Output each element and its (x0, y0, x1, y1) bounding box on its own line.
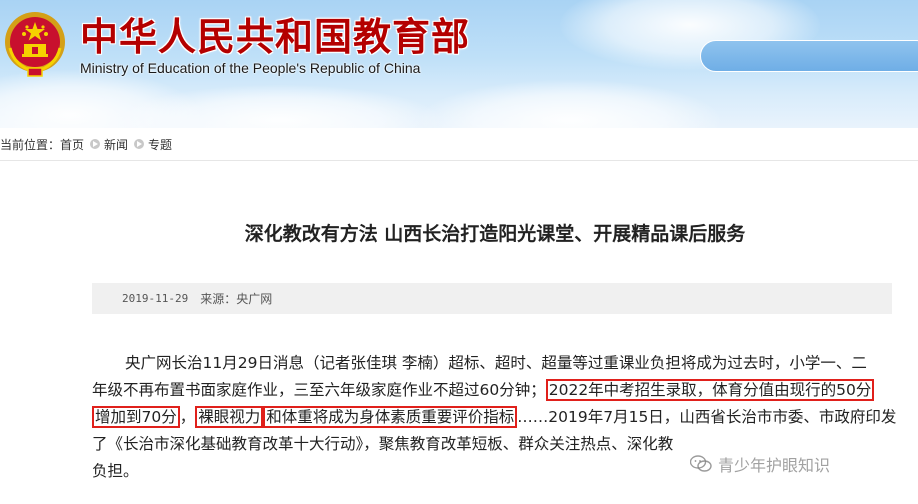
watermark-text: 青少年护眼知识 (718, 456, 831, 475)
breadcrumb-label: 当前位置： (0, 137, 61, 152)
body-text-segment: 了《长治市深化基础教育改革十大行动》，聚焦教育改革短板、群众关注热点、深化教 (92, 435, 674, 453)
national-emblem-icon (5, 12, 65, 77)
site-header: 中华人民共和国教育部 Ministry of Education of the … (0, 0, 918, 128)
breadcrumb: 当前位置： 首页 新闻 专题 (0, 132, 172, 156)
highlight-box: 和体重将成为身体素质重要评价指标 (263, 406, 518, 428)
article-date: 2019-11-29 (122, 292, 189, 305)
article-title: 深化教改有方法 山西长治打造阳光课堂、开展精品课后服务 (244, 223, 746, 245)
breadcrumb-topic-link[interactable]: 专题 (148, 136, 172, 153)
body-line: 央广网长治11月29日消息（记者张佳琪 李楠）超标、超时、超量等过重课业负担将成… (92, 350, 892, 377)
breadcrumb-news-link[interactable]: 新闻 (104, 136, 128, 153)
wechat-watermark: 青少年护眼知识 (690, 452, 830, 476)
body-text-segment: ……2019年7月15日，山西省长治市市委、市政府印发 (517, 408, 897, 426)
body-text-segment: 年级不再布置书面家庭作业，三至六年级家庭作业不超过60分钟； (92, 381, 546, 399)
site-title-english: Ministry of Education of the People's Re… (80, 60, 421, 76)
article-source: 来源：央广网 (200, 292, 273, 306)
highlight-box: 增加到70分 (92, 406, 180, 428)
body-text-segment: ， (179, 408, 196, 426)
body-text-segment: 央广网长治11月29日消息（记者张佳琪 李楠）超标、超时、超量等过重课业负担将成… (125, 354, 867, 372)
breadcrumb-home-link[interactable]: 首页 (60, 136, 84, 153)
site-title-chinese: 中华人民共和国教育部 (80, 15, 471, 59)
divider (0, 160, 918, 161)
wechat-icon (690, 455, 712, 472)
highlight-box: 2022年中考招生录取，体育分值由现行的50分 (545, 379, 875, 401)
header-search-box[interactable] (700, 40, 918, 72)
highlight-box: 裸眼视力 (195, 406, 264, 428)
body-text-segment: 负担。 (92, 462, 139, 480)
cloud-decoration (420, 80, 720, 128)
article-meta-bar: 2019-11-29 来源：央广网 (92, 283, 892, 314)
chevron-right-circle-icon (90, 139, 101, 149)
body-line: 增加到70分，裸眼视力 和体重将成为身体素质重要评价指标 ……2019年7月15日，… (92, 404, 896, 431)
body-line: 年级不再布置书面家庭作业，三至六年级家庭作业不超过60分钟； 2022年中考招生录… (92, 377, 892, 404)
chevron-right-circle-icon (134, 139, 145, 149)
